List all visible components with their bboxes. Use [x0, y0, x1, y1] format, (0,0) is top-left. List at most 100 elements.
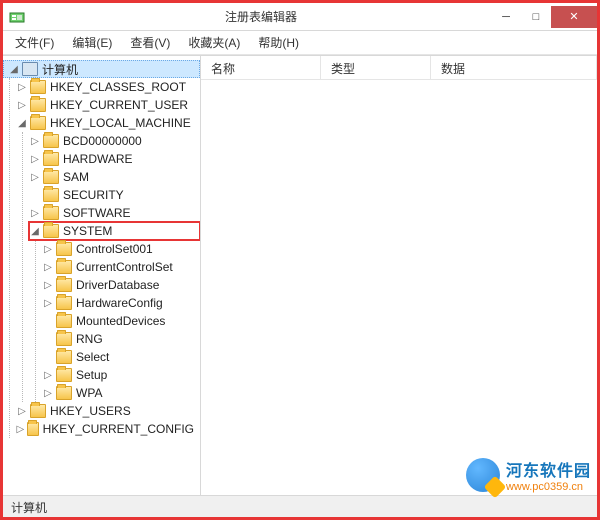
status-bar: 计算机: [3, 495, 597, 517]
tree-node-driverdatabase[interactable]: ▷ DriverDatabase: [42, 276, 200, 294]
folder-icon: [30, 116, 46, 130]
folder-icon: [43, 224, 59, 238]
expand-icon[interactable]: ▷: [42, 369, 54, 381]
tree-label: HKEY_USERS: [50, 404, 131, 418]
expand-icon[interactable]: ▷: [42, 387, 54, 399]
tree-label: ControlSet001: [76, 242, 153, 256]
maximize-button[interactable]: □: [521, 6, 551, 28]
collapse-icon[interactable]: ◢: [29, 225, 41, 237]
computer-icon: [22, 62, 38, 76]
folder-icon: [56, 314, 72, 328]
tree-label: MountedDevices: [76, 314, 165, 328]
tree-node-mounteddevices[interactable]: MountedDevices: [42, 312, 200, 330]
tree-node-hkcr[interactable]: ▷ HKEY_CLASSES_ROOT: [16, 78, 200, 96]
folder-icon: [56, 368, 72, 382]
expand-icon[interactable]: ▷: [29, 207, 41, 219]
tree-node-hardware[interactable]: ▷ HARDWARE: [29, 150, 200, 168]
tree-node-hkcu[interactable]: ▷ HKEY_CURRENT_USER: [16, 96, 200, 114]
tree-label: HARDWARE: [63, 152, 133, 166]
folder-icon: [30, 80, 46, 94]
watermark: 河东软件园 www.pc0359.cn: [466, 457, 591, 493]
window-title: 注册表编辑器: [31, 8, 491, 25]
folder-icon: [56, 260, 72, 274]
minimize-button[interactable]: ─: [491, 6, 521, 28]
folder-icon: [43, 206, 59, 220]
regedit-icon: [9, 9, 25, 25]
tree-label: RNG: [76, 332, 103, 346]
tree-view[interactable]: ◢ 计算机 ▷ HKEY_CLASSES_ROOT ▷ HKEY_CURRENT…: [3, 56, 201, 495]
expand-icon[interactable]: ▷: [42, 279, 54, 291]
expand-icon[interactable]: ▷: [16, 405, 28, 417]
expand-icon[interactable]: ▷: [42, 261, 54, 273]
collapse-icon[interactable]: ◢: [16, 117, 28, 129]
column-data[interactable]: 数据: [431, 56, 597, 79]
list-header: 名称 类型 数据: [201, 56, 597, 80]
tree-node-security[interactable]: SECURITY: [29, 186, 200, 204]
menu-edit[interactable]: 编辑(E): [64, 32, 120, 53]
watermark-logo-icon: [466, 458, 500, 492]
menu-bar: 文件(F) 编辑(E) 查看(V) 收藏夹(A) 帮助(H): [3, 31, 597, 55]
list-view[interactable]: 名称 类型 数据: [201, 56, 597, 495]
expand-icon[interactable]: ▷: [16, 81, 28, 93]
tree-node-system[interactable]: ◢ SYSTEM: [29, 222, 200, 240]
tree-label: HardwareConfig: [76, 296, 163, 310]
collapse-icon[interactable]: ◢: [8, 63, 20, 75]
expand-icon[interactable]: ▷: [16, 99, 28, 111]
tree-label: Select: [76, 350, 109, 364]
tree-label: 计算机: [42, 61, 78, 78]
folder-icon: [56, 278, 72, 292]
expand-icon[interactable]: ▷: [42, 243, 54, 255]
folder-icon: [27, 422, 39, 436]
tree-label: WPA: [76, 386, 102, 400]
tree-label: HKEY_CLASSES_ROOT: [50, 80, 186, 94]
tree-label: CurrentControlSet: [76, 260, 173, 274]
tree-node-rng[interactable]: RNG: [42, 330, 200, 348]
expand-icon[interactable]: ▷: [29, 153, 41, 165]
tree-node-hkcc[interactable]: ▷ HKEY_CURRENT_CONFIG: [16, 420, 200, 438]
column-name[interactable]: 名称: [201, 56, 321, 79]
tree-node-wpa[interactable]: ▷ WPA: [42, 384, 200, 402]
tree-label: HKEY_CURRENT_USER: [50, 98, 188, 112]
folder-icon: [43, 188, 59, 202]
expand-icon[interactable]: ▷: [42, 297, 54, 309]
menu-view[interactable]: 查看(V): [122, 32, 178, 53]
tree-node-bcd[interactable]: ▷ BCD00000000: [29, 132, 200, 150]
tree-root-computer[interactable]: ◢ 计算机: [3, 60, 200, 78]
tree-label: SAM: [63, 170, 89, 184]
column-type[interactable]: 类型: [321, 56, 431, 79]
tree-node-hardwareconfig[interactable]: ▷ HardwareConfig: [42, 294, 200, 312]
tree-node-sam[interactable]: ▷ SAM: [29, 168, 200, 186]
tree-node-hklm[interactable]: ◢ HKEY_LOCAL_MACHINE: [16, 114, 200, 132]
expand-icon[interactable]: ▷: [29, 135, 41, 147]
tree-label: SECURITY: [63, 188, 124, 202]
tree-node-currentcontrolset[interactable]: ▷ CurrentControlSet: [42, 258, 200, 276]
close-button[interactable]: ✕: [551, 6, 597, 28]
tree-node-software[interactable]: ▷ SOFTWARE: [29, 204, 200, 222]
folder-icon: [56, 242, 72, 256]
menu-favorites[interactable]: 收藏夹(A): [180, 32, 248, 53]
folder-icon: [30, 98, 46, 112]
watermark-url: www.pc0359.cn: [506, 481, 591, 493]
tree-label: HKEY_CURRENT_CONFIG: [43, 422, 194, 436]
tree-label: DriverDatabase: [76, 278, 159, 292]
folder-icon: [56, 332, 72, 346]
title-bar: 注册表编辑器 ─ □ ✕: [3, 3, 597, 31]
expand-icon[interactable]: ▷: [16, 423, 25, 435]
tree-node-controlset001[interactable]: ▷ ControlSet001: [42, 240, 200, 258]
watermark-title: 河东软件园: [506, 457, 591, 481]
tree-label: HKEY_LOCAL_MACHINE: [50, 116, 191, 130]
tree-node-hku[interactable]: ▷ HKEY_USERS: [16, 402, 200, 420]
folder-icon: [43, 152, 59, 166]
tree-label: SOFTWARE: [63, 206, 131, 220]
folder-icon: [30, 404, 46, 418]
folder-icon: [56, 296, 72, 310]
tree-label: Setup: [76, 368, 107, 382]
menu-help[interactable]: 帮助(H): [250, 32, 307, 53]
tree-node-setup[interactable]: ▷ Setup: [42, 366, 200, 384]
expand-icon[interactable]: ▷: [29, 171, 41, 183]
folder-icon: [43, 134, 59, 148]
tree-node-select[interactable]: Select: [42, 348, 200, 366]
folder-icon: [56, 386, 72, 400]
menu-file[interactable]: 文件(F): [7, 32, 62, 53]
tree-label: SYSTEM: [63, 224, 112, 238]
